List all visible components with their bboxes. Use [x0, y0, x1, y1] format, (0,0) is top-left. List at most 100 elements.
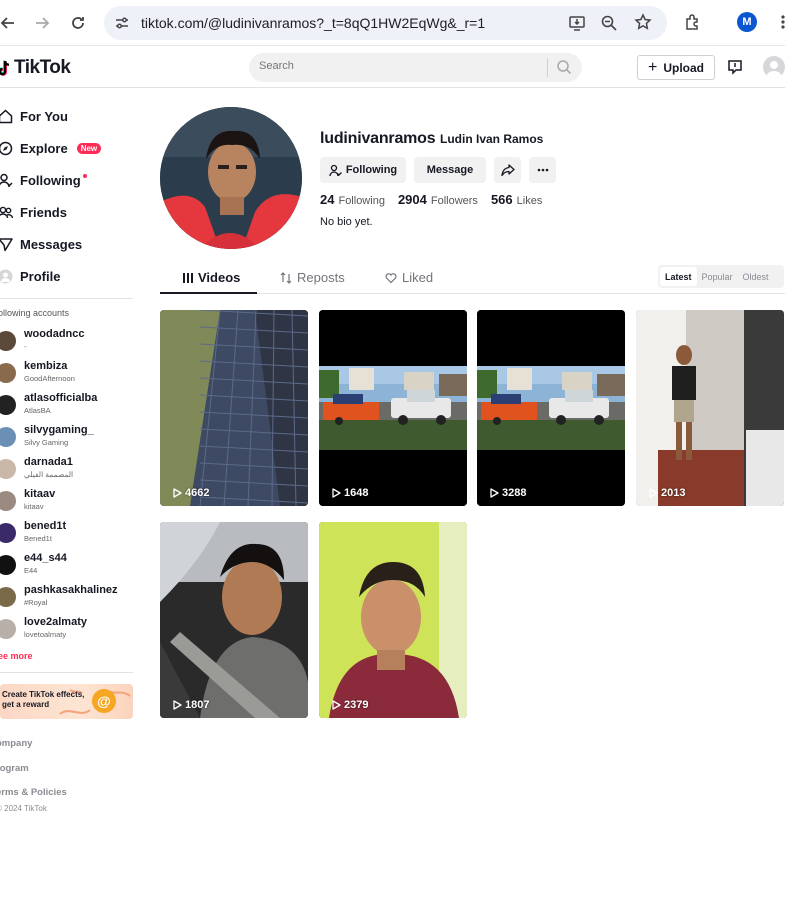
footer-program-link[interactable]: rogram [0, 763, 29, 774]
video-views: 2379 [331, 699, 368, 711]
following-account-item[interactable]: kitaav kitaav [0, 488, 136, 518]
reload-icon[interactable] [66, 11, 90, 35]
likes-count: 566 [490, 192, 513, 207]
sort-popular[interactable]: Popular [697, 267, 738, 286]
zoom-icon[interactable] [600, 14, 618, 37]
video-views: 1807 [172, 699, 209, 711]
following-count: 24 [320, 192, 335, 207]
search-divider [547, 58, 548, 77]
sort-latest[interactable]: Latest [660, 267, 697, 286]
following-account-item[interactable]: atlasofficialba AtlasBA [0, 392, 136, 422]
account-avatar [0, 395, 16, 415]
play-icon [490, 488, 499, 498]
share-button[interactable] [494, 157, 521, 183]
tab-reposts[interactable]: Reposts [280, 270, 345, 285]
play-icon [173, 700, 182, 710]
profile-icon [0, 269, 13, 284]
account-avatar [0, 555, 16, 575]
profile-username: ludinivanramos [320, 130, 436, 147]
share-icon [500, 164, 515, 177]
stat-followers[interactable]: 2904 Followers [398, 192, 478, 207]
sidebar-item-friends[interactable]: Friends [0, 200, 67, 224]
effects-banner[interactable]: Create TikTok effects, get a reward @ [0, 684, 133, 719]
sidebar-item-explore[interactable]: Explore New [0, 136, 102, 160]
following-account-item[interactable]: bened1t Bened1t [0, 520, 136, 550]
play-icon [332, 488, 341, 498]
following-account-item[interactable]: love2almaty lovetoalmaty [0, 616, 136, 646]
account-nickname: lovetoalmaty [24, 630, 67, 639]
tab-videos[interactable]: Videos [183, 270, 240, 285]
more-options-button[interactable] [529, 157, 556, 183]
extensions-icon[interactable] [682, 11, 704, 33]
user-avatar[interactable] [763, 56, 785, 78]
browser-profile-avatar[interactable]: M [737, 12, 757, 32]
bookmark-star-icon[interactable] [634, 13, 652, 36]
search-icon[interactable] [556, 59, 572, 80]
back-icon[interactable] [0, 11, 20, 35]
video-card[interactable]: 3288 [477, 310, 625, 506]
browser-menu-icon[interactable] [772, 11, 785, 33]
repost-icon [280, 271, 292, 284]
active-tab-indicator [160, 292, 257, 294]
tab-videos-label: Videos [198, 270, 241, 285]
video-card[interactable]: 1648 [319, 310, 467, 506]
messages-icon [0, 237, 13, 252]
video-card[interactable]: 4662 [160, 310, 308, 506]
account-avatar [0, 587, 16, 607]
install-app-icon[interactable] [568, 14, 586, 37]
new-badge: New [76, 142, 102, 154]
play-icon [332, 700, 341, 710]
account-nickname: GoodAfternoon [24, 374, 75, 383]
following-account-item[interactable]: kembiza GoodAfternoon [0, 360, 136, 390]
video-card[interactable]: 1807 [160, 522, 308, 718]
account-nickname: AtlasBA [24, 406, 51, 415]
videos-grid-icon [183, 272, 193, 283]
sort-oldest[interactable]: Oldest [738, 267, 774, 286]
footer-company-link[interactable]: ompany [0, 738, 32, 749]
video-thumbnail [160, 310, 308, 506]
following-check-icon [329, 164, 342, 176]
site-settings-icon[interactable] [114, 15, 130, 36]
video-card[interactable]: 2379 [319, 522, 467, 718]
tiktok-logo[interactable]: TikTok [0, 57, 71, 79]
following-account-item[interactable]: e44_s44 E44 [0, 552, 136, 582]
forward-icon[interactable] [30, 11, 54, 35]
account-avatar [0, 331, 16, 351]
followers-label: Followers [430, 195, 478, 207]
liked-lock-icon [385, 272, 397, 283]
sidebar-item-following[interactable]: Following [0, 168, 87, 192]
footer-terms-link[interactable]: erms & Policies [0, 787, 67, 798]
search-bar[interactable] [249, 53, 582, 82]
view-count: 1648 [344, 487, 369, 499]
video-thumbnail [160, 522, 308, 718]
profile-avatar[interactable] [160, 107, 302, 249]
following-account-item[interactable]: woodadncc - [0, 328, 136, 358]
sidebar-item-for-you[interactable]: For You [0, 104, 68, 128]
message-button[interactable]: Message [414, 157, 486, 183]
copyright-text: 2024 TikTok [4, 804, 47, 813]
video-views: 4662 [172, 487, 209, 499]
inbox-icon[interactable] [727, 59, 743, 80]
tab-liked[interactable]: Liked [385, 270, 433, 285]
url-text: tiktok.com/@ludinivanramos?_t=8qQ1HW2EqW… [141, 15, 486, 31]
sidebar-divider [0, 672, 133, 673]
video-card[interactable]: 2013 [636, 310, 784, 506]
search-input[interactable] [259, 60, 539, 72]
upload-button[interactable]: + Upload [637, 55, 715, 80]
stat-following[interactable]: 24 Following [320, 192, 385, 207]
sidebar-item-label: Messages [20, 236, 83, 252]
sidebar-item-messages[interactable]: Messages [0, 232, 82, 256]
following-button[interactable]: Following [320, 157, 406, 183]
account-name: kitaav [24, 488, 56, 500]
see-more-link[interactable]: ee more [0, 651, 33, 661]
following-account-item[interactable]: silvygaming_ Silvy Gaming [0, 424, 136, 454]
video-views: 1648 [331, 487, 368, 499]
address-bar[interactable]: tiktok.com/@ludinivanramos?_t=8qQ1HW2EqW… [104, 6, 667, 40]
account-nickname: E44 [24, 566, 38, 575]
account-avatar [0, 491, 16, 511]
friends-icon [0, 205, 13, 220]
account-avatar [0, 619, 16, 639]
sidebar-item-profile[interactable]: Profile [0, 264, 60, 288]
following-account-item[interactable]: darnada1 المصممة الفيلي [0, 456, 136, 486]
following-account-item[interactable]: pashkasakhalinez #Royal [0, 584, 136, 614]
